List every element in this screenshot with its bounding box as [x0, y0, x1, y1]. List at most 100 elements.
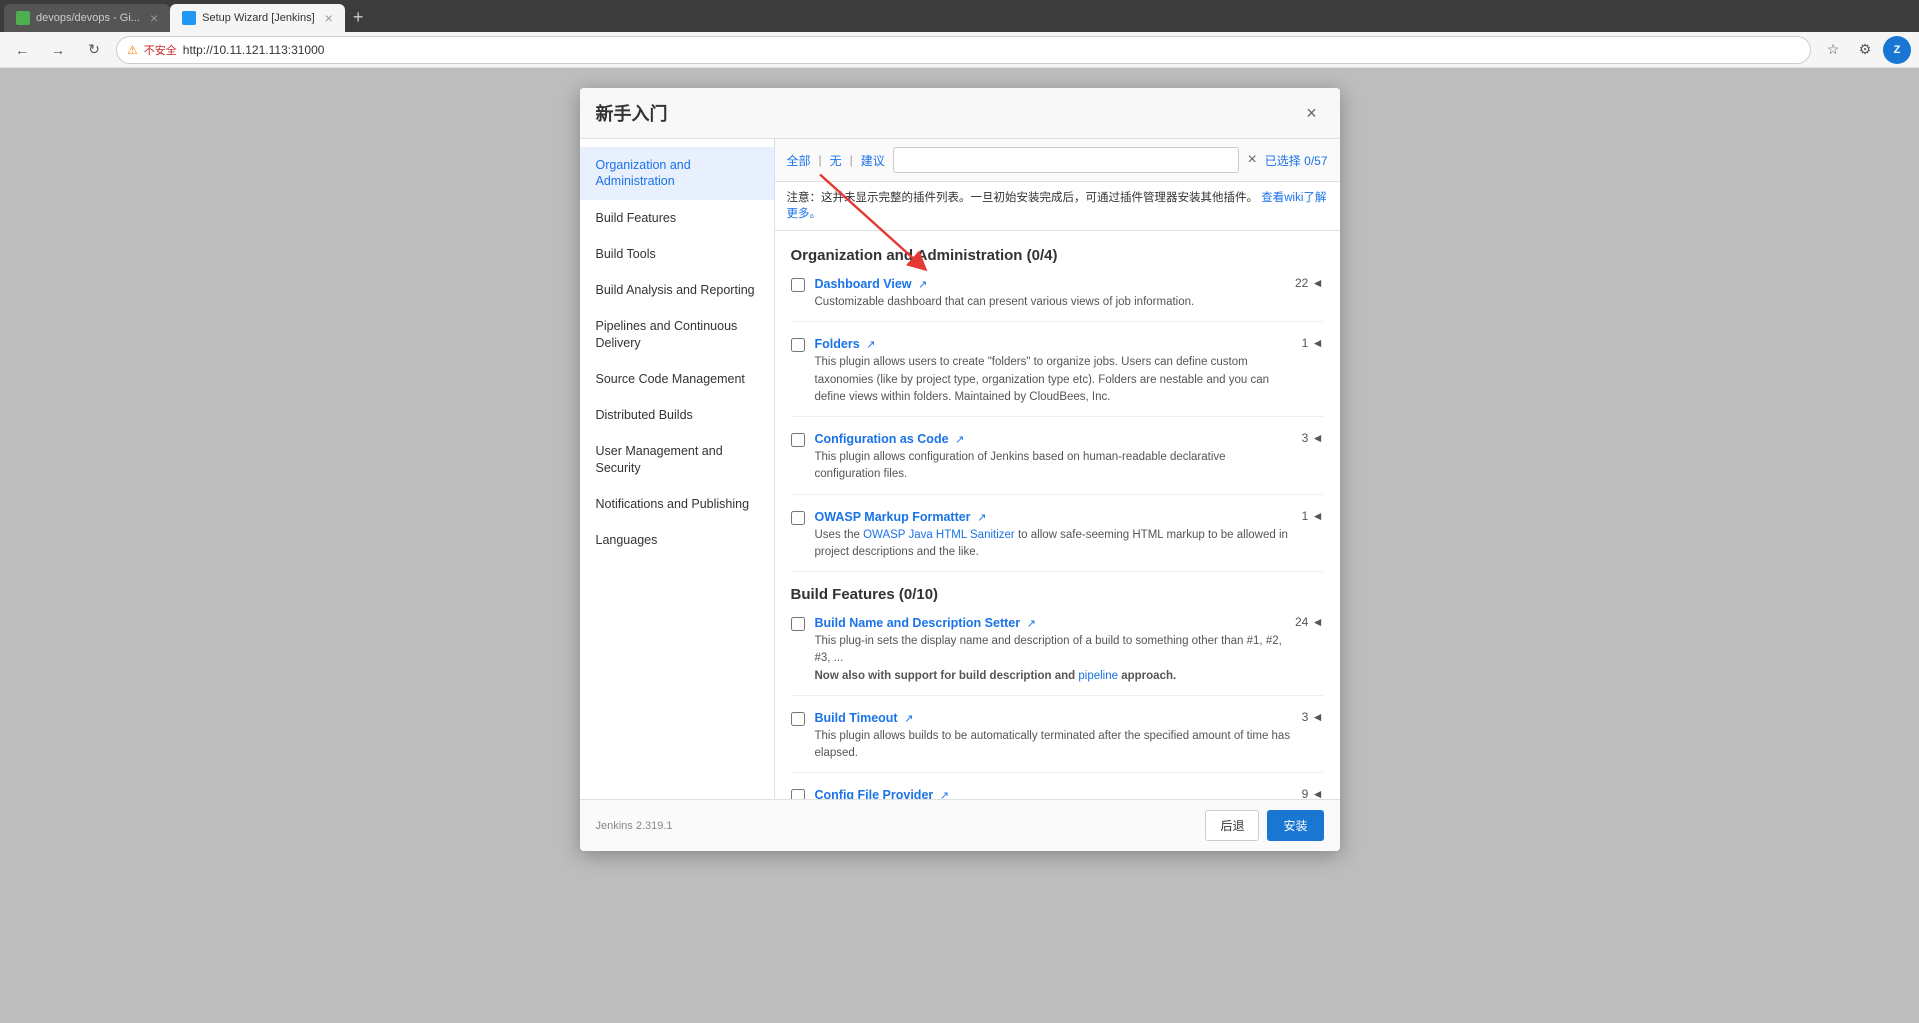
plugin-item-build-name-setter: Build Name and Description Setter ↗ This… — [791, 615, 1324, 696]
back-button[interactable]: ← — [8, 36, 36, 64]
install-button[interactable]: 安装 — [1267, 810, 1323, 841]
plugin-desc-build-name-setter: This plug-in sets the display name and d… — [815, 633, 1287, 685]
plugin-item-owasp-markup: OWASP Markup Formatter ↗ Uses the OWASP … — [791, 509, 1324, 573]
plugin-checkbox-config-as-code[interactable] — [791, 433, 805, 447]
filter-sep1: | — [819, 153, 822, 167]
security-warning-icon: ⚠ — [127, 43, 138, 57]
sidebar-item-pipelines-label: Pipelines and Continuous Delivery — [596, 319, 738, 349]
sidebar-item-notifications-label: Notifications and Publishing — [596, 497, 750, 511]
sidebar-item-languages[interactable]: Languages — [580, 522, 774, 558]
plugin-desc-dashboard-view: Customizable dashboard that can present … — [815, 294, 1287, 311]
plugin-count-build-name-setter: 24 ◄ — [1295, 615, 1324, 629]
plugin-info-build-name-setter: Build Name and Description Setter ↗ This… — [815, 615, 1287, 685]
sidebar-item-build-features[interactable]: Build Features — [580, 200, 774, 236]
plugin-name-build-timeout[interactable]: Build Timeout — [815, 711, 898, 725]
sidebar-item-build-analysis[interactable]: Build Analysis and Reporting — [580, 272, 774, 308]
tab-bar: devops/devops - Gi... × Setup Wizard [Je… — [0, 0, 1919, 32]
filter-all-link[interactable]: 全部 — [787, 152, 811, 169]
plugin-link-dashboard-view[interactable]: ↗ — [918, 279, 927, 291]
plugin-info-owasp-markup: OWASP Markup Formatter ↗ Uses the OWASP … — [815, 509, 1294, 562]
tab-1-close[interactable]: × — [150, 10, 158, 26]
tab-1[interactable]: devops/devops - Gi... × — [4, 4, 170, 32]
bookmark-star-button[interactable]: ☆ — [1819, 36, 1847, 64]
plugin-name-owasp-markup[interactable]: OWASP Markup Formatter — [815, 510, 971, 524]
plugin-desc-config-as-code: This plugin allows configuration of Jenk… — [815, 449, 1294, 484]
modal-close-button[interactable]: × — [1300, 101, 1324, 125]
modal-body: Organization and Administration Build Fe… — [580, 139, 1340, 799]
section-title-org-admin: Organization and Administration (0/4) — [791, 247, 1324, 264]
sidebar-item-build-tools[interactable]: Build Tools — [580, 236, 774, 272]
sidebar-item-distributed[interactable]: Distributed Builds — [580, 397, 774, 433]
sidebar-item-org-admin-label: Organization and Administration — [596, 158, 691, 188]
browser-chrome: devops/devops - Gi... × Setup Wizard [Je… — [0, 0, 1919, 68]
sidebar-item-source-code[interactable]: Source Code Management — [580, 361, 774, 397]
plugin-checkbox-folders[interactable] — [791, 338, 805, 352]
plugin-checkbox-config-file-provider[interactable] — [791, 789, 805, 799]
sidebar: Organization and Administration Build Fe… — [580, 139, 775, 799]
plugin-count-build-timeout: 3 ◄ — [1302, 710, 1324, 724]
tab-1-favicon — [16, 11, 30, 25]
plugin-count-folders: 1 ◄ — [1302, 336, 1324, 350]
filter-clear-button[interactable]: × — [1247, 151, 1256, 169]
selected-count: 已选择 0/57 — [1265, 152, 1328, 169]
toolbar-icons: ☆ ⚙ Z — [1819, 36, 1911, 64]
sidebar-item-build-tools-label: Build Tools — [596, 247, 656, 261]
plugin-link-folders[interactable]: ↗ — [866, 339, 875, 351]
filter-search-input[interactable] — [893, 147, 1240, 173]
back-button[interactable]: 后退 — [1205, 810, 1259, 841]
plugin-link-config-file-provider[interactable]: ↗ — [940, 790, 949, 799]
tab-2[interactable]: Setup Wizard [Jenkins] × — [170, 4, 345, 32]
sidebar-item-org-admin[interactable]: Organization and Administration — [580, 147, 774, 200]
plugin-count-config-file-provider: 9 ◄ — [1302, 787, 1324, 799]
plugin-link-build-name-setter[interactable]: ↗ — [1027, 618, 1036, 630]
plugin-checkbox-dashboard-view[interactable] — [791, 278, 805, 292]
plugin-name-config-as-code[interactable]: Configuration as Code — [815, 432, 949, 446]
section-title-build-features: Build Features (0/10) — [791, 586, 1324, 603]
plugin-desc-owasp-before: Uses the — [815, 529, 864, 541]
plugin-item-folders: Folders ↗ This plugin allows users to cr… — [791, 336, 1324, 417]
plugin-item-build-timeout: Build Timeout ↗ This plugin allows build… — [791, 710, 1324, 774]
forward-button[interactable]: → — [44, 36, 72, 64]
plugin-desc-owasp-markup: Uses the OWASP Java HTML Sanitizer to al… — [815, 527, 1294, 562]
tab-2-close[interactable]: × — [325, 10, 333, 26]
profile-button[interactable]: Z — [1883, 36, 1911, 64]
plugin-count-dashboard-view: 22 ◄ — [1295, 276, 1324, 290]
notice-bar: 注意：这并未显示完整的插件列表。一旦初始安装完成后，可通过插件管理器安装其他插件… — [775, 182, 1340, 231]
sidebar-item-notifications[interactable]: Notifications and Publishing — [580, 486, 774, 522]
filter-suggested-link[interactable]: 建议 — [861, 152, 885, 169]
plugin-checkbox-build-name-setter[interactable] — [791, 617, 805, 631]
address-text: http://10.11.121.113:31000 — [183, 43, 1800, 57]
plugin-item-config-file-provider: Config File Provider ↗ Ability to provid… — [791, 787, 1324, 799]
modal-footer: Jenkins 2.319.1 后退 安装 — [580, 799, 1340, 851]
refresh-button[interactable]: ↻ — [80, 36, 108, 64]
address-bar[interactable]: ⚠ 不安全 http://10.11.121.113:31000 — [116, 36, 1811, 64]
new-tab-button[interactable]: + — [345, 3, 372, 32]
plugin-link-build-timeout[interactable]: ↗ — [904, 713, 913, 725]
filter-none-link[interactable]: 无 — [830, 152, 842, 169]
plugin-name-dashboard-view[interactable]: Dashboard View — [815, 277, 912, 291]
plugin-checkbox-owasp-markup[interactable] — [791, 511, 805, 525]
insecure-label: 不安全 — [144, 42, 177, 58]
setup-wizard-modal: 新手入门 × Organization and Administration B… — [580, 88, 1340, 851]
plugin-desc-bold-build-name: Now also with support for build descript… — [815, 670, 1079, 682]
plugin-desc-build-timeout: This plugin allows builds to be automati… — [815, 728, 1294, 763]
plugin-desc-folders: This plugin allows users to create "fold… — [815, 354, 1294, 406]
extensions-button[interactable]: ⚙ — [1851, 36, 1879, 64]
plugin-checkbox-build-timeout[interactable] — [791, 712, 805, 726]
filter-bar: 全部 | 无 | 建议 × 已选择 0/57 — [775, 139, 1340, 182]
plugin-name-folders[interactable]: Folders — [815, 337, 860, 351]
plugin-info-dashboard-view: Dashboard View ↗ Customizable dashboard … — [815, 276, 1287, 311]
plugin-desc-owasp-link[interactable]: OWASP Java HTML Sanitizer — [863, 529, 1015, 541]
tab-2-favicon — [182, 11, 196, 25]
plugin-desc-pipeline-link[interactable]: pipeline — [1078, 670, 1118, 682]
footer-version: Jenkins 2.319.1 — [596, 820, 673, 832]
sidebar-item-user-mgmt[interactable]: User Management and Security — [580, 433, 774, 486]
main-content: 全部 | 无 | 建议 × 已选择 0/57 注意：这并未显示完整的插件列表。一… — [775, 139, 1340, 799]
plugin-link-owasp-markup[interactable]: ↗ — [977, 512, 986, 524]
sidebar-item-pipelines[interactable]: Pipelines and Continuous Delivery — [580, 308, 774, 361]
plugin-link-config-as-code[interactable]: ↗ — [955, 434, 964, 446]
plugin-info-folders: Folders ↗ This plugin allows users to cr… — [815, 336, 1294, 406]
plugin-name-config-file-provider[interactable]: Config File Provider — [815, 788, 934, 799]
tab-2-label: Setup Wizard [Jenkins] — [202, 12, 315, 24]
plugin-name-build-name-setter[interactable]: Build Name and Description Setter — [815, 616, 1021, 630]
